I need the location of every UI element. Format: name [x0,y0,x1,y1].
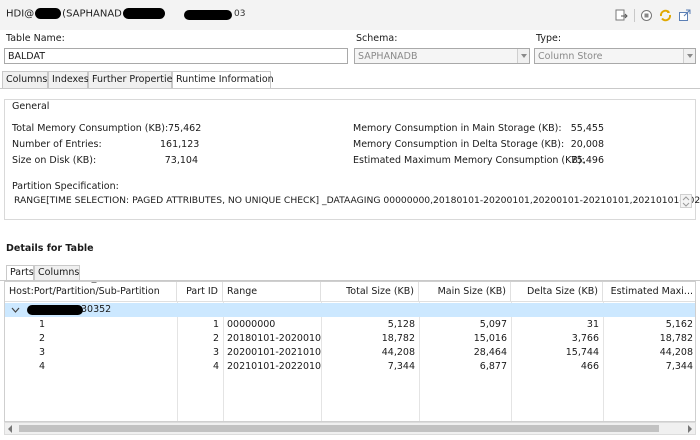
horizontal-scrollbar[interactable] [4,422,696,435]
estimated-max-cell: 44,208 [659,347,693,358]
delta-size-cell: 15,744 [565,347,599,358]
table-name-field[interactable]: BALDAT [4,48,348,64]
type-label: Type: [536,33,562,44]
redacted-text [184,10,232,20]
redacted-text [35,8,62,19]
parts-table: Host:Port/Partition/Sub-Partition Part I… [4,281,696,422]
column-header-host-partition[interactable]: Host:Port/Partition/Sub-Partition [5,282,177,302]
size-on-disk-value: 73,104 [164,155,198,166]
delta-storage-memory-value: 20,008 [570,139,604,150]
open-external-icon[interactable] [678,9,691,22]
estimated-max-cell: 5,162 [665,319,693,330]
host-port-value: 30352 [81,304,112,315]
part-id-cell: 2 [212,333,219,344]
scroll-right-icon[interactable] [688,425,692,433]
scroll-left-icon[interactable] [8,425,12,433]
schema-label: Schema: [356,33,398,44]
main-size-cell: 6,877 [479,361,507,372]
main-storage-memory-value: 55,455 [570,123,604,134]
main-size-cell: 5,097 [479,319,507,330]
details-section-title: Details for Table [6,243,94,254]
export-icon[interactable] [615,9,628,22]
tab-indexes[interactable]: Indexes [48,71,89,88]
editor-title-suffix: 03 [234,9,246,19]
tab-parts[interactable]: Parts [6,265,34,281]
part-id-cell: 3 [212,347,219,358]
range-cell: 20180101-20200101 [227,333,321,344]
range-cell: 20210101-20220101 [227,361,321,372]
number-of-entries-label: Number of Entries: [12,139,102,150]
partition-spec-scroll[interactable] [680,194,692,208]
column-header-range[interactable]: Range [223,282,321,302]
redacted-text [27,305,83,315]
main-size-cell: 28,464 [473,347,507,358]
table-name-label: Table Name: [6,33,65,44]
part-id-cell: 1 [212,319,219,330]
column-header-main-size[interactable]: Main Size (KB) [419,282,511,302]
type-field[interactable]: Column Store [534,48,696,64]
general-section-title: General [10,101,52,112]
total-size-cell: 5,128 [387,319,415,330]
delta-size-cell: 466 [580,361,599,372]
column-header-total-size[interactable]: Total Size (KB) [321,282,419,302]
delta-size-cell: 3,766 [571,333,599,344]
partition-spec-label: Partition Specification: [12,181,119,192]
stop-icon[interactable] [640,9,653,22]
partition-cell: 1 [39,319,46,330]
host-row[interactable]: 30352 [5,303,695,317]
partition-cell: 3 [39,347,46,358]
estimated-max-memory-label: Estimated Maximum Memory Consumption (KB… [353,155,585,166]
tab-details-columns[interactable]: Columns [34,265,80,280]
chevron-down-icon[interactable] [683,49,695,63]
estimated-max-cell: 7,344 [665,361,693,372]
column-header-part-id[interactable]: Part ID [177,282,223,302]
estimated-max-memory-value: 75,496 [570,155,604,166]
tab-columns[interactable]: Columns [2,71,48,88]
scrollbar-thumb[interactable] [19,425,659,432]
redacted-text [122,8,165,19]
tab-divider [0,88,700,89]
estimated-max-cell: 18,782 [659,333,693,344]
editor-title: HDI@ (SAPHANAD [6,8,165,20]
total-size-cell: 44,208 [381,347,415,358]
column-header-delta-size[interactable]: Delta Size (KB) [511,282,603,302]
toolbar-separator [634,9,635,22]
partition-cell: 4 [39,361,46,372]
chevron-down-icon[interactable] [11,306,20,314]
tab-runtime-information[interactable]: Runtime Information [172,71,274,89]
partition-spec-field[interactable]: RANGE[TIME SELECTION: PAGED ATTRIBUTES, … [10,192,700,210]
number-of-entries-value: 161,123 [160,139,200,150]
main-storage-memory-label: Memory Consumption in Main Storage (KB): [353,123,562,134]
sort-indicator-icon [91,282,97,283]
part-id-cell: 4 [212,361,219,372]
tab-further-properties[interactable]: Further Properties [88,71,177,88]
partition-cell: 2 [39,333,46,344]
schema-field[interactable]: SAPHANADB [354,48,530,64]
main-size-cell: 15,016 [473,333,507,344]
editor-title-bar: HDI@ (SAPHANAD 03 [0,0,700,30]
size-on-disk-label: Size on Disk (KB): [12,155,97,166]
total-size-cell: 18,782 [381,333,415,344]
range-cell: 20200101-20210101 [227,347,321,358]
delta-size-cell: 31 [586,319,599,330]
chevron-down-icon[interactable] [517,49,529,63]
column-header-estimated-max[interactable]: Estimated Maxi... [603,282,695,302]
total-size-cell: 7,344 [387,361,415,372]
total-memory-label: Total Memory Consumption (KB): [12,123,169,134]
range-cell: 00000000 [227,319,276,330]
refresh-icon[interactable] [659,9,672,22]
total-memory-value: 75,462 [168,123,202,134]
partition-spec-value[interactable]: RANGE[TIME SELECTION: PAGED ATTRIBUTES, … [14,195,700,206]
delta-storage-memory-label: Memory Consumption in Delta Storage (KB)… [353,139,565,150]
